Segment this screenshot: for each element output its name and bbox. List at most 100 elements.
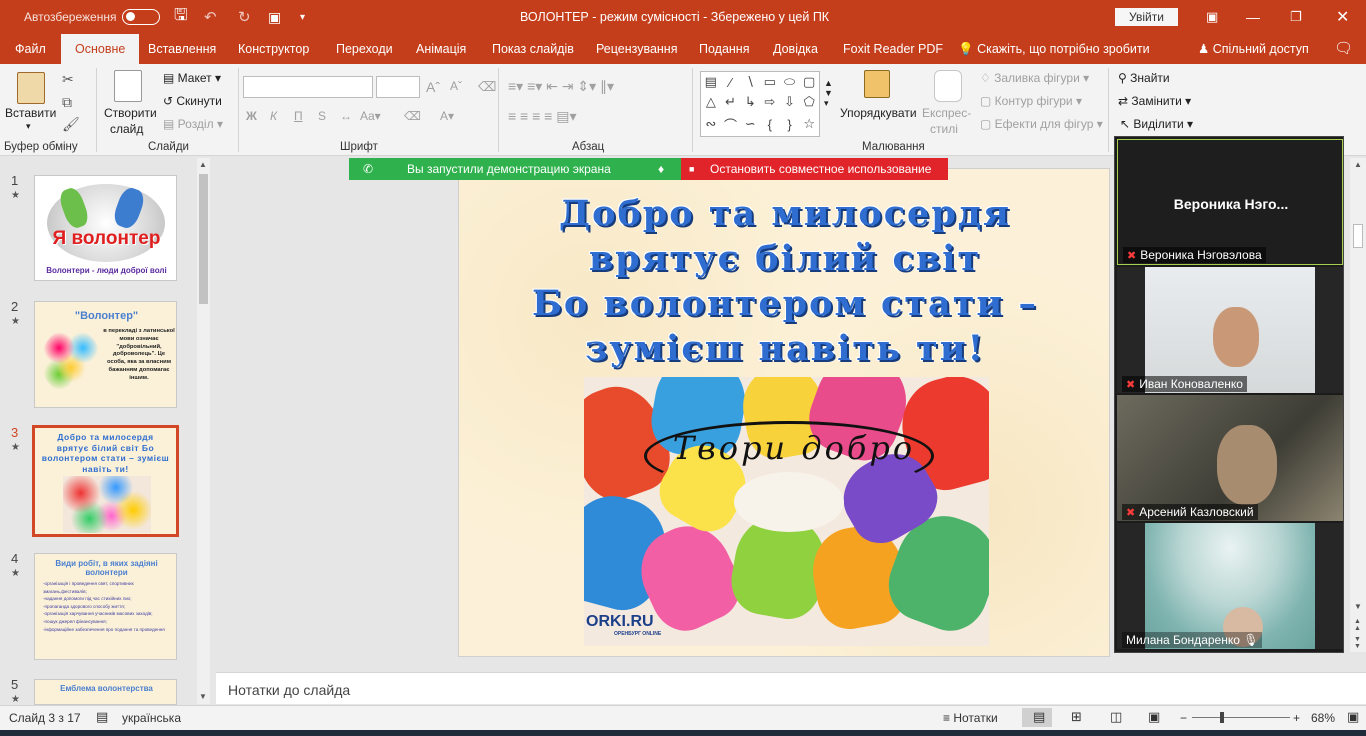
curve-icon[interactable]: ∽: [745, 116, 756, 132]
font-name-field[interactable]: [243, 76, 373, 98]
shapes-gallery[interactable]: ▤ ∕ ∖ ▭ ⬭ ▢ △ ↵ ↳ ⇨ ⇩ ⬠ ∾ ⌒ ∽ {} ☆: [700, 71, 820, 137]
font-size-field[interactable]: [376, 76, 420, 98]
format-painter-icon[interactable]: 🖌: [62, 117, 80, 131]
language-indicator[interactable]: українська: [122, 711, 181, 725]
replace-button[interactable]: ⇄ Замінити ▾: [1118, 94, 1191, 108]
slide-thumbnail-4[interactable]: Види робіт, в яких задіяні волонтери -ор…: [34, 553, 177, 660]
stop-share-button[interactable]: ■ Остановить совместное использование: [681, 158, 948, 180]
strikethrough-button[interactable]: S: [318, 109, 326, 123]
thumbnail-scroll-thumb[interactable]: [199, 174, 208, 304]
layout-button[interactable]: ▤ Макет ▾: [163, 71, 221, 85]
slideshow-view-icon[interactable]: ▣: [1148, 709, 1160, 725]
rounded-rect-icon[interactable]: ▢: [803, 74, 815, 90]
scroll-up-icon[interactable]: ▲: [199, 160, 207, 169]
arrange-icon[interactable]: [864, 70, 890, 98]
quick-styles-button[interactable]: Експрес-: [922, 106, 971, 120]
share-button[interactable]: ♟ Спільний доступ: [1198, 34, 1309, 64]
zoom-in-icon[interactable]: +: [1293, 711, 1300, 725]
participant-tile[interactable]: ✖ Иван Коноваленко: [1117, 267, 1343, 393]
paste-button[interactable]: Вставити: [5, 106, 56, 120]
tab-transitions[interactable]: Переходи: [336, 34, 393, 64]
arrange-button[interactable]: Упорядкувати: [840, 106, 917, 120]
line-icon[interactable]: ∖: [746, 74, 754, 90]
participant-tile-active[interactable]: Вероника Нэго... ✖ Вероника Нэговэлова: [1117, 139, 1343, 265]
scroll-down-icon[interactable]: ▼: [199, 692, 207, 701]
restore-icon[interactable]: ❐: [1290, 0, 1302, 34]
shape-outline-button[interactable]: ▢ Контур фігури ▾: [980, 94, 1082, 108]
pentagon-icon[interactable]: ⬠: [804, 94, 815, 110]
scroll-down-icon[interactable]: ▼: [1354, 602, 1362, 611]
slide-thumbnail-5[interactable]: Емблема волонтерства: [34, 679, 177, 705]
slide-title[interactable]: Добро та милосердя врятує білий світ Бо …: [459, 191, 1111, 371]
start-slideshow-icon[interactable]: ▣: [268, 0, 281, 34]
tab-file[interactable]: Файл: [15, 34, 46, 64]
current-slide[interactable]: Добро та милосердя врятує білий світ Бо …: [458, 168, 1110, 657]
tab-view[interactable]: Подання: [699, 34, 749, 64]
shape-fill-button[interactable]: ♢ Заливка фігури ▾: [980, 71, 1089, 85]
cut-icon[interactable]: ✂: [62, 72, 74, 86]
star-icon[interactable]: ☆: [803, 116, 815, 132]
notes-toggle[interactable]: ≡ Нотатки: [943, 711, 998, 725]
editor-scrollbar[interactable]: ▲ ▼ ▲ ▲ ▼ ▼: [1350, 158, 1366, 652]
section-button[interactable]: ▤ Розділ ▾: [163, 117, 223, 131]
tab-foxit[interactable]: Foxit Reader PDF: [843, 34, 943, 64]
zoom-out-icon[interactable]: −: [1180, 711, 1187, 725]
participant-tile[interactable]: ✖ Арсений Казловский: [1117, 395, 1343, 521]
participant-tile[interactable]: Милана Бондаренко 🎙: [1117, 523, 1343, 649]
font-color-icon[interactable]: A▾: [440, 109, 454, 123]
zoom-level[interactable]: 68%: [1311, 711, 1335, 725]
rectangle-icon[interactable]: ▭: [764, 74, 776, 90]
new-slide-button[interactable]: Створити: [104, 106, 157, 120]
notes-field[interactable]: Нотатки до слайда: [216, 672, 1366, 704]
text-box-icon[interactable]: ▤: [705, 74, 717, 90]
char-spacing-icon[interactable]: ↔: [340, 109, 352, 123]
spellcheck-icon[interactable]: ▤: [96, 709, 108, 725]
previous-slide-icon[interactable]: ▲ ▲: [1354, 618, 1361, 632]
autosave[interactable]: Автозбереження: [24, 0, 161, 34]
tab-help[interactable]: Довідка: [773, 34, 818, 64]
triangle-icon[interactable]: △: [706, 94, 716, 110]
customize-toolbar-icon[interactable]: ▾: [300, 0, 305, 34]
undo-icon[interactable]: ↶: [204, 0, 217, 34]
brace-icon[interactable]: }: [787, 117, 791, 132]
close-icon[interactable]: ✕: [1336, 0, 1349, 34]
arrow-right-icon[interactable]: ⇨: [764, 94, 775, 110]
quick-styles-icon[interactable]: [934, 70, 962, 102]
scroll-thumb[interactable]: [1353, 224, 1363, 248]
freeform-icon[interactable]: ∾: [705, 116, 716, 132]
shape-effects-button[interactable]: ▢ Ефекти для фігур ▾: [980, 117, 1103, 131]
brace-icon[interactable]: {: [768, 117, 772, 132]
new-slide-label[interactable]: слайд: [110, 122, 143, 136]
slide-thumbnail-2[interactable]: "Волонтер" в перекладі з латинської мови…: [34, 301, 177, 408]
oval-icon[interactable]: ⬭: [784, 74, 795, 90]
paste-icon[interactable]: [17, 72, 45, 104]
quick-styles-label[interactable]: стилі: [930, 122, 958, 136]
tell-me[interactable]: 💡 Скажіть, що потрібно зробити: [958, 34, 1150, 64]
ribbon-display-icon[interactable]: ▣: [1206, 0, 1218, 34]
italic-button[interactable]: К: [270, 109, 277, 123]
next-slide-icon[interactable]: ▼ ▼: [1354, 636, 1361, 650]
bold-button[interactable]: Ж: [246, 109, 257, 123]
minimize-icon[interactable]: —: [1246, 0, 1260, 34]
tab-slideshow[interactable]: Показ слайдів: [492, 34, 574, 64]
tab-design[interactable]: Конструктор: [238, 34, 309, 64]
save-icon[interactable]: 🖫: [174, 0, 188, 34]
tab-insert[interactable]: Вставлення: [148, 34, 216, 64]
tab-home[interactable]: Основне: [61, 34, 140, 64]
comments-icon[interactable]: 🗨: [1334, 34, 1353, 64]
tab-review[interactable]: Рецензування: [596, 34, 677, 64]
clear-format-icon[interactable]: ⌫: [478, 79, 496, 95]
new-slide-icon[interactable]: [114, 70, 142, 102]
copy-icon[interactable]: ⧉: [62, 95, 72, 109]
slide-thumbnail-1[interactable]: Я волонтер Волонтери - люди доброї волі: [34, 175, 177, 281]
eraser-icon[interactable]: ⌫: [404, 109, 421, 123]
autosave-toggle[interactable]: [122, 9, 161, 25]
arc-icon[interactable]: ⌒: [724, 115, 737, 134]
underline-button[interactable]: П: [294, 109, 303, 123]
connector-icon[interactable]: ↵: [725, 94, 736, 110]
redo-icon[interactable]: ↻: [238, 0, 251, 34]
gallery-scroll-icon[interactable]: ▲ ▼ ▾: [824, 78, 833, 109]
hands-picture[interactable]: Твори добро ORKI.RU ОРЕНБУРГ ONLINE: [584, 377, 989, 646]
line-icon[interactable]: ∕: [729, 75, 731, 90]
increase-font-icon[interactable]: Aˆ: [426, 79, 440, 95]
